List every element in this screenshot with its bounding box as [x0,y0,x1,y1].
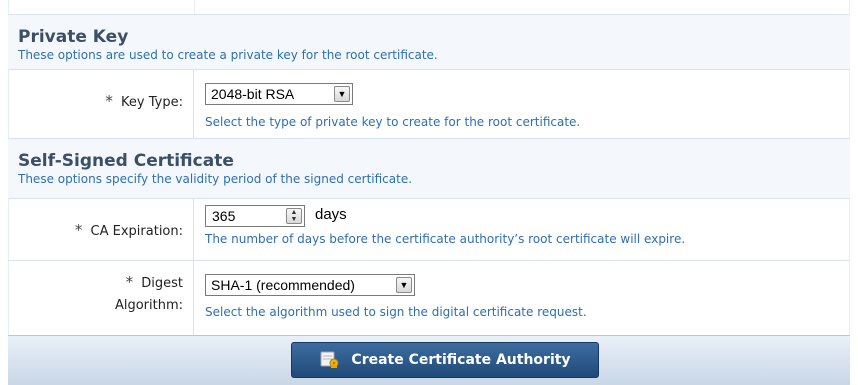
form-footer: Create Certificate Authority [8,335,850,385]
ca-expiration-spinner[interactable]: 365 ▲ ▼ [205,205,305,227]
digest-algorithm-field: SHA-1 (recommended) ▼ Select the algorit… [205,261,849,335]
digest-algorithm-label: * Digest Algorithm: [9,261,194,335]
ca-expiration-field: 365 ▲ ▼ days The number of days before th… [205,199,849,260]
create-button-label: Create Certificate Authority [351,352,571,368]
ca-expiration-help: The number of days before the certificat… [205,232,686,246]
top-table-edge [8,0,850,14]
private-key-section-header: Private Key These options are used to cr… [8,14,850,69]
chevron-down-icon[interactable]: ▼ [334,86,350,102]
section-description: These options specify the validity perio… [18,172,413,186]
key-type-select[interactable]: 2048-bit RSA ▼ [205,83,353,105]
key-type-selected-value: 2048-bit RSA [211,86,295,102]
section-description: These options are used to create a priva… [18,48,438,62]
digest-help: Select the algorithm used to sign the di… [205,305,587,319]
key-type-help: Select the type of private key to create… [205,115,581,129]
column-divider [194,0,195,14]
digest-algorithm-select[interactable]: SHA-1 (recommended) ▼ [205,274,415,296]
create-certificate-authority-button[interactable]: Create Certificate Authority [291,342,599,378]
required-marker: * [125,273,134,291]
ca-expiration-row: * CA Expiration: 365 ▲ ▼ days The number … [8,198,850,260]
key-type-label-text: Key Type: [121,95,183,110]
key-type-label: * Key Type: [9,70,194,138]
spin-arrows-icon[interactable]: ▲ ▼ [286,208,302,224]
digest-selected-value: SHA-1 (recommended) [211,277,355,293]
key-type-row: * Key Type: 2048-bit RSA ▼ Select the ty… [8,69,850,138]
required-marker: * [74,221,83,239]
ca-expiration-label: * CA Expiration: [9,199,194,260]
certificate-key-icon [319,349,341,371]
chevron-down-icon[interactable]: ▼ [396,277,412,293]
digest-algorithm-row: * Digest Algorithm: SHA-1 (recommended) … [8,260,850,335]
section-title: Private Key [18,27,129,47]
required-marker: * [105,92,113,110]
create-ca-form: Private Key These options are used to cr… [0,0,858,385]
digest-label-line1: Digest [141,276,183,291]
self-signed-section-header: Self-Signed Certificate These options sp… [8,138,850,198]
ca-expiration-label-text: CA Expiration: [90,224,183,239]
digest-label-line2: Algorithm: [114,298,183,313]
section-title: Self-Signed Certificate [18,151,234,171]
ca-expiration-value: 365 [212,208,236,224]
ca-expiration-unit: days [315,206,347,223]
key-type-field: 2048-bit RSA ▼ Select the type of privat… [205,70,849,138]
